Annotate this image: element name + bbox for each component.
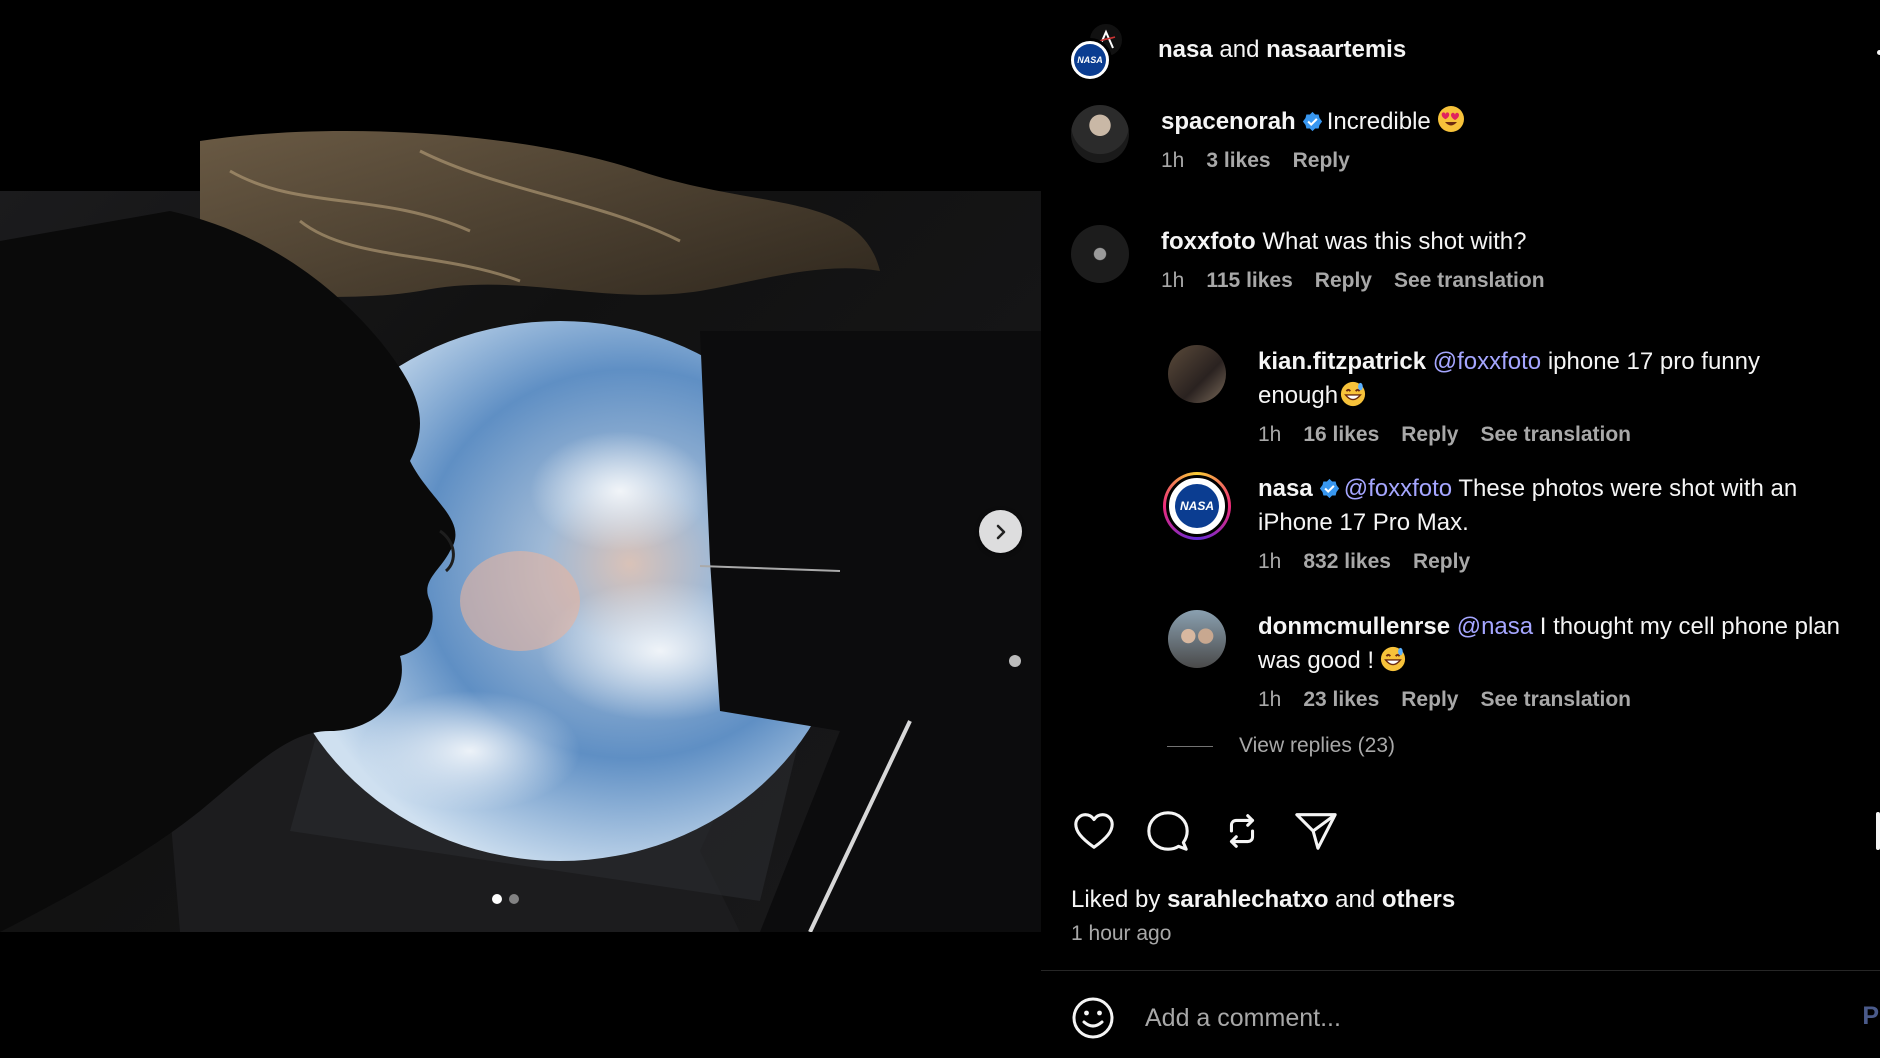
reply-meta: 1h 16 likes Reply See translation <box>1258 423 1760 447</box>
reply-button[interactable]: Reply <box>1315 269 1372 293</box>
heart-eyes-emoji-icon <box>1437 106 1464 132</box>
reply-username[interactable]: donmcmullenrse <box>1258 613 1450 640</box>
comment-time: 1h <box>1161 269 1185 292</box>
comment-icon[interactable] <box>1145 808 1191 854</box>
kian-fitzpatrick-avatar[interactable] <box>1168 345 1226 403</box>
heart-icon[interactable] <box>1071 808 1117 854</box>
reply-body-line1: iphone 17 pro funny <box>1547 348 1760 375</box>
reply-time: 1h <box>1258 688 1282 711</box>
earth-window-photo <box>0 131 1041 932</box>
comment-meta: 1h 3 likes Reply <box>1161 149 1465 173</box>
reply-text: nasa @foxxfoto These photos were shot wit… <box>1258 472 1797 540</box>
collab-avatars[interactable]: NASA <box>1068 20 1130 82</box>
reply-button[interactable]: Reply <box>1293 149 1350 173</box>
reply-likes[interactable]: 23 likes <box>1303 688 1379 712</box>
reply-likes[interactable]: 16 likes <box>1303 423 1379 447</box>
reply-time: 1h <box>1258 423 1282 446</box>
comment-item: spacenorah Incredible 1h 3 likes Reply <box>1071 105 1465 173</box>
reply-mention[interactable]: @nasa <box>1457 613 1533 640</box>
liked-by-user[interactable]: sarahlechatxo <box>1167 886 1328 913</box>
comment-input[interactable] <box>1145 1003 1825 1033</box>
share-icon[interactable] <box>1293 808 1339 854</box>
next-slide-button[interactable] <box>979 510 1022 553</box>
reply-meta: 1h 832 likes Reply <box>1258 550 1797 574</box>
liked-by-joiner: and <box>1335 886 1376 913</box>
comment-body: What was this shot with? <box>1262 228 1527 255</box>
verified-badge-icon <box>1302 111 1322 132</box>
view-replies-button[interactable]: View replies (23) <box>1167 734 1395 758</box>
repost-icon[interactable] <box>1219 808 1265 854</box>
reply-body-line2: was good ! <box>1258 647 1375 674</box>
comment-username[interactable]: spacenorah <box>1161 108 1296 135</box>
reply-item: donmcmullenrse @nasa I thought my cell p… <box>1168 610 1868 712</box>
reply-text: donmcmullenrse @nasa I thought my cell p… <box>1258 610 1840 678</box>
reply-username[interactable]: nasa <box>1258 475 1313 502</box>
reply-text: kian.fitzpatrick @foxxfoto iphone 17 pro… <box>1258 345 1760 413</box>
reply-item: NASA nasa @foxxfoto These photos were sho… <box>1163 472 1863 574</box>
verified-badge-icon <box>1319 478 1339 499</box>
reply-button[interactable]: Reply <box>1401 688 1458 712</box>
donmcmullenrse-avatar[interactable] <box>1168 610 1226 668</box>
see-translation-button[interactable]: See translation <box>1480 423 1631 447</box>
add-comment-bar: P <box>1071 996 1879 1040</box>
carousel-indicator <box>492 894 519 904</box>
post-photo[interactable] <box>0 131 1041 932</box>
liked-by-prefix: Liked by <box>1071 886 1161 913</box>
post-comment-button[interactable]: P <box>1862 1002 1879 1031</box>
comment-meta: 1h 115 likes Reply See translation <box>1161 269 1545 293</box>
reply-username[interactable]: kian.fitzpatrick <box>1258 348 1426 375</box>
grinning-sweat-emoji-icon <box>1381 646 1406 672</box>
liked-by-others[interactable]: others <box>1382 886 1455 913</box>
comment-time: 1h <box>1161 149 1185 172</box>
grinning-sweat-emoji-icon <box>1341 381 1366 407</box>
nasa-logo: NASA <box>1074 44 1106 76</box>
reply-body-line2: iPhone 17 Pro Max. <box>1258 509 1469 536</box>
reply-body-line1: I thought my cell phone plan <box>1539 613 1840 640</box>
spacenorah-avatar[interactable] <box>1071 105 1129 163</box>
comment-text: spacenorah Incredible <box>1161 105 1465 139</box>
reply-body-line1: These photos were shot with an <box>1458 475 1798 502</box>
author-nasa-link[interactable]: nasa <box>1158 36 1213 63</box>
reply-time: 1h <box>1258 550 1282 573</box>
post-side-panel: NASA nasa and nasaartemis spacenorah Incr… <box>1041 0 1880 1058</box>
reply-likes[interactable]: 832 likes <box>1303 550 1391 574</box>
chevron-right-icon <box>996 524 1005 539</box>
nasa-avatar[interactable]: NASA <box>1068 38 1112 82</box>
post-author-line: nasa and nasaartemis <box>1158 36 1406 64</box>
author-joiner: and <box>1219 36 1260 63</box>
reply-body-line2: enough <box>1258 382 1339 409</box>
see-translation-button[interactable]: See translation <box>1394 269 1545 293</box>
author-nasaartemis-link[interactable]: nasaartemis <box>1266 36 1406 63</box>
comment-item: foxxfoto What was this shot with? 1h 115… <box>1071 225 1545 293</box>
save-icon[interactable] <box>1876 812 1880 850</box>
see-translation-button[interactable]: See translation <box>1480 688 1631 712</box>
comment-body: Incredible <box>1326 108 1431 135</box>
post-action-bar <box>1071 808 1339 854</box>
reply-button[interactable]: Reply <box>1401 423 1458 447</box>
liked-by-line: Liked by sarahlechatxo and others <box>1071 886 1455 914</box>
comment-text: foxxfoto What was this shot with? <box>1161 225 1545 259</box>
reply-button[interactable]: Reply <box>1413 550 1470 574</box>
reply-mention[interactable]: @foxxfoto <box>1433 348 1541 375</box>
reply-item: kian.fitzpatrick @foxxfoto iphone 17 pro… <box>1168 345 1868 447</box>
nasa-reply-avatar[interactable]: NASA <box>1163 472 1231 540</box>
reply-meta: 1h 23 likes Reply See translation <box>1258 688 1840 712</box>
carousel-dot <box>509 894 519 904</box>
comment-username[interactable]: foxxfoto <box>1161 228 1256 255</box>
post-header: NASA <box>1068 20 1130 82</box>
reply-mention[interactable]: @foxxfoto <box>1344 475 1452 502</box>
emoji-picker-icon[interactable] <box>1071 996 1115 1040</box>
view-replies-label: View replies (23) <box>1239 734 1396 757</box>
foxxfoto-avatar[interactable] <box>1071 225 1129 283</box>
view-replies-divider <box>1167 745 1213 747</box>
carousel-dot-active <box>492 894 502 904</box>
post-timestamp: 1 hour ago <box>1071 922 1172 945</box>
post-media <box>0 0 1041 1058</box>
comment-likes[interactable]: 3 likes <box>1206 149 1270 173</box>
nasa-logo: NASA <box>1175 484 1219 528</box>
comment-likes[interactable]: 115 likes <box>1206 269 1292 293</box>
divider <box>1041 970 1880 971</box>
